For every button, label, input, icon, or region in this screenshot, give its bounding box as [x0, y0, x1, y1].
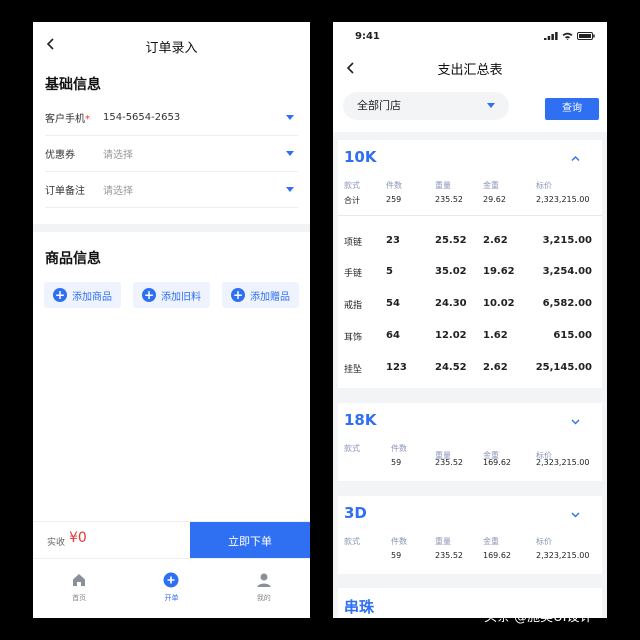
chevron-down-icon[interactable] — [571, 417, 580, 426]
store-select[interactable]: 全部门店 — [343, 92, 509, 120]
column-header: 重量 — [435, 181, 451, 190]
column-header: 标价 — [536, 537, 552, 546]
plus-icon: + — [231, 288, 245, 302]
dropdown-caret-icon[interactable] — [286, 187, 294, 192]
phone-field[interactable]: 客户手机* 154-5654-2653 — [45, 100, 298, 136]
dropdown-caret-icon — [487, 103, 495, 108]
order-entry-screen: 订单录入 基础信息 客户手机* 154-5654-2653 优惠券 请选择 订单… — [33, 22, 310, 618]
paid-label: 实收 — [47, 538, 66, 548]
home-icon — [73, 574, 86, 586]
watermark: 头条 @施昊UI设计 — [484, 610, 593, 625]
wifi-icon — [562, 32, 573, 40]
section-title: 10K — [344, 148, 377, 166]
tab-home[interactable]: 首页 — [33, 559, 125, 618]
back-arrow-icon[interactable] — [45, 38, 57, 50]
goods-info-title: 商品信息 — [45, 251, 101, 267]
back-arrow-icon[interactable] — [345, 62, 357, 74]
column-header: 件数 — [391, 537, 407, 546]
phone-label: 客户手机 — [45, 114, 85, 125]
nav-bar: 订单录入 — [33, 22, 310, 70]
column-header: 款式 — [344, 444, 360, 453]
total-cell: 2,323,215.00 — [536, 195, 590, 204]
signal-icon — [544, 32, 558, 40]
chevron-down-icon[interactable] — [571, 510, 580, 519]
total-cell: 235.52 — [435, 551, 463, 560]
section-card-3d: 3D 款式 件数 重量 金重 标价 59 235.52 169.62 2,323… — [338, 496, 602, 574]
battery-icon — [577, 32, 595, 40]
coupon-field[interactable]: 优惠券 请选择 — [45, 136, 298, 172]
total-cell: 169.62 — [483, 458, 511, 467]
status-bar: 9:41 — [333, 22, 607, 50]
add-goods-button[interactable]: + 添加商品 — [44, 282, 121, 308]
column-header: 件数 — [391, 444, 407, 453]
status-time: 9:41 — [355, 31, 380, 42]
nav-bar: 支出汇总表 — [333, 50, 607, 86]
section-title: 3D — [344, 504, 367, 522]
expense-summary-screen: 9:41 支出汇总表 全部门店 查询 10K 款式 件数 重量 金重 标价 合计… — [333, 22, 607, 618]
chevron-up-icon[interactable] — [571, 154, 580, 163]
dropdown-caret-icon[interactable] — [286, 151, 294, 156]
page-title: 支出汇总表 — [437, 62, 503, 78]
add-old-material-button[interactable]: + 添加旧料 — [133, 282, 210, 308]
table-row: 手链 5 35.02 19.62 3,254.00 — [344, 266, 592, 279]
total-cell: 2,323,215.00 — [536, 458, 590, 467]
user-icon — [257, 573, 271, 587]
total-cell: 29.62 — [483, 195, 506, 204]
tab-create-order[interactable]: 开单 — [125, 559, 217, 618]
column-header: 标价 — [536, 181, 552, 190]
column-header: 金重 — [483, 181, 499, 190]
checkout-bar: 实收 ¥0 立即下单 — [33, 521, 310, 559]
tab-profile[interactable]: 我的 — [218, 559, 310, 618]
required-mark: * — [85, 114, 90, 125]
total-cell: 235.52 — [435, 195, 463, 204]
column-header: 款式 — [344, 181, 360, 190]
section-card-10k: 10K 款式 件数 重量 金重 标价 合计 259 235.52 29.62 2… — [338, 140, 602, 388]
column-header: 件数 — [386, 181, 402, 190]
total-cell: 235.52 — [435, 458, 463, 467]
remark-label: 订单备注 — [45, 186, 85, 197]
filter-bar: 全部门店 查询 — [333, 86, 607, 132]
total-cell: 259 — [386, 195, 402, 204]
basic-info-title: 基础信息 — [45, 77, 101, 93]
column-header: 重量 — [435, 537, 451, 546]
coupon-label: 优惠券 — [45, 150, 75, 161]
column-header: 款式 — [344, 537, 360, 546]
add-gift-button[interactable]: + 添加赠品 — [222, 282, 299, 308]
query-button[interactable]: 查询 — [545, 98, 599, 120]
total-cell: 2,323,215.00 — [536, 551, 590, 560]
total-cell: 59 — [391, 551, 402, 560]
remark-placeholder: 请选择 — [103, 186, 133, 197]
divider — [338, 215, 602, 216]
plus-icon: + — [142, 288, 156, 302]
place-order-button[interactable]: 立即下单 — [190, 522, 310, 559]
section-card-18k: 18K 款式 件数 重量 金重 标价 59 235.52 169.62 2,32… — [338, 403, 602, 481]
remark-field[interactable]: 订单备注 请选择 — [45, 172, 298, 208]
phone-value: 154-5654-2653 — [103, 112, 181, 123]
tab-bar: 首页 开单 我的 — [33, 558, 310, 618]
total-cell: 169.62 — [483, 551, 511, 560]
section-divider — [33, 224, 310, 232]
section-title: 串珠 — [344, 598, 375, 616]
table-row: 戒指 54 24.30 10.02 6,582.00 — [344, 298, 592, 311]
total-label: 合计 — [344, 196, 360, 205]
table-row: 挂坠 123 24.52 2.62 25,145.00 — [344, 362, 592, 375]
section-title: 18K — [344, 411, 377, 429]
dropdown-caret-icon[interactable] — [286, 115, 294, 120]
add-buttons: + 添加商品 + 添加旧料 + 添加赠品 — [33, 282, 310, 308]
paid-amount: ¥0 — [69, 530, 87, 546]
total-cell: 59 — [391, 458, 402, 467]
column-header: 金重 — [483, 537, 499, 546]
table-row: 耳饰 64 12.02 1.62 615.00 — [344, 330, 592, 343]
page-title: 订单录入 — [145, 40, 198, 56]
plus-circle-icon — [163, 572, 179, 588]
plus-icon: + — [53, 288, 67, 302]
coupon-placeholder: 请选择 — [103, 150, 133, 161]
table-row: 项链 23 25.52 2.62 3,215.00 — [344, 235, 592, 248]
